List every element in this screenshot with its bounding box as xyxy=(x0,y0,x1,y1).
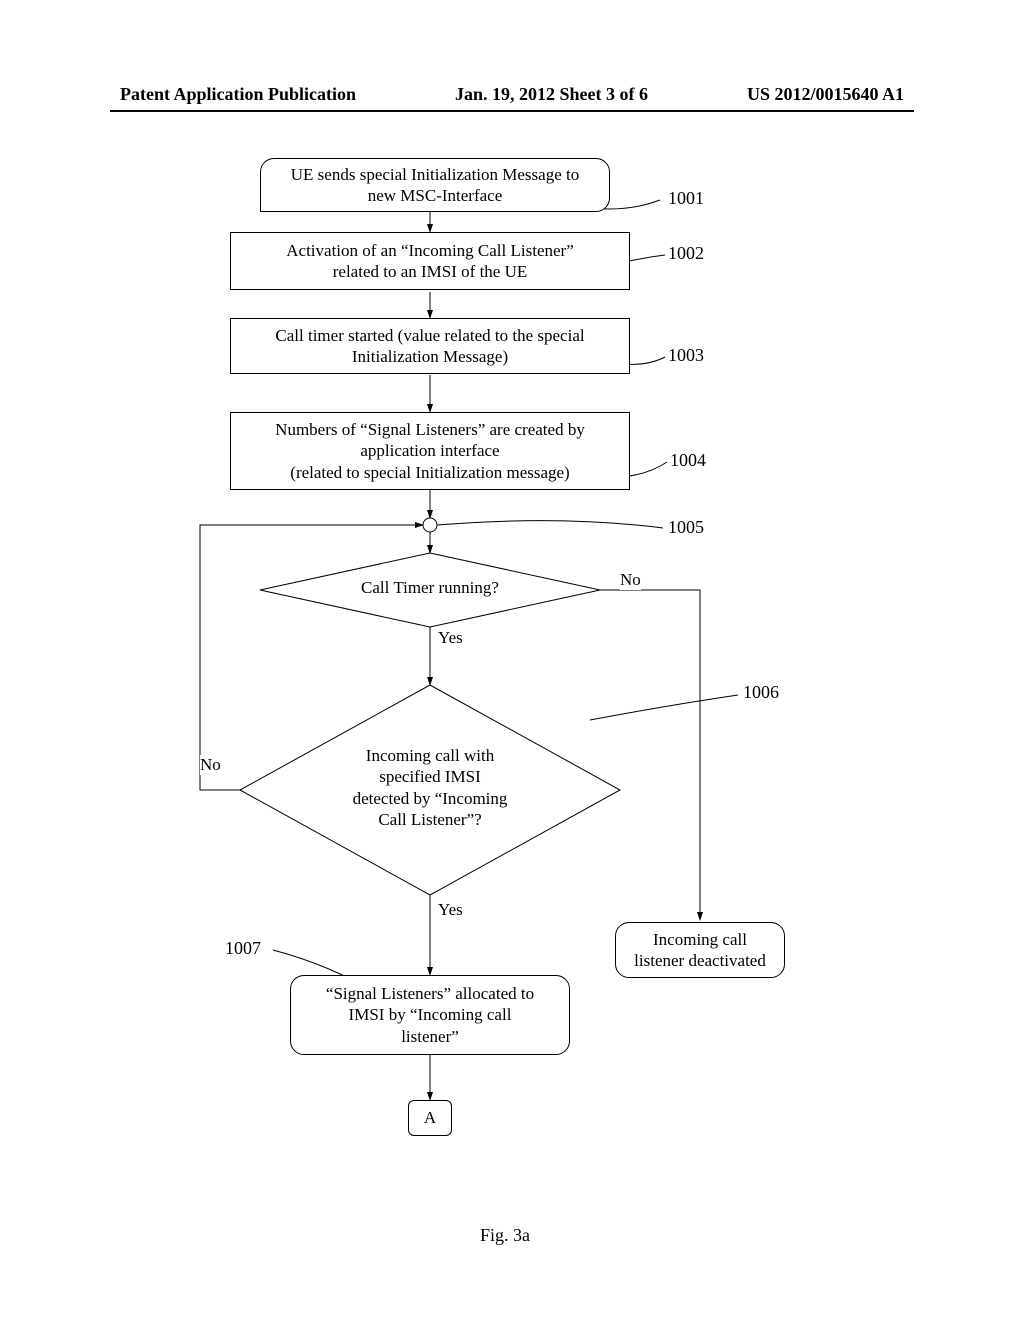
yes-label-1005: Yes xyxy=(438,628,463,648)
yes-label-1006: Yes xyxy=(438,900,463,920)
header-left: Patent Application Publication xyxy=(120,84,356,105)
step-1001: UE sends special Initialization Message … xyxy=(260,158,610,212)
figure-caption: Fig. 3a xyxy=(480,1225,530,1246)
no-label-1006: No xyxy=(200,755,221,775)
ref-1002: 1002 xyxy=(668,243,704,264)
ref-1001: 1001 xyxy=(668,188,704,209)
connectors xyxy=(0,150,1024,1230)
step-1007-text: “Signal Listeners” allocated to IMSI by … xyxy=(326,983,534,1047)
step-1004-text: Numbers of “Signal Listeners” are create… xyxy=(275,419,585,483)
decision-1006-text: Incoming call with specified IMSI detect… xyxy=(320,745,540,830)
decision-1006-span: Incoming call with specified IMSI detect… xyxy=(353,746,508,829)
connector-a-text: A xyxy=(424,1107,436,1128)
decision-1005-text: Call Timer running? xyxy=(330,578,530,598)
ref-1003: 1003 xyxy=(668,345,704,366)
flowchart: UE sends special Initialization Message … xyxy=(0,150,1024,1230)
ref-1007: 1007 xyxy=(225,938,261,959)
step-1003: Call timer started (value related to the… xyxy=(230,318,630,374)
step-deact-text: Incoming call listener deactivated xyxy=(634,929,766,972)
header-center: Jan. 19, 2012 Sheet 3 of 6 xyxy=(455,84,648,105)
header-right: US 2012/0015640 A1 xyxy=(747,84,904,105)
header-rule xyxy=(110,110,914,112)
step-1004: Numbers of “Signal Listeners” are create… xyxy=(230,412,630,490)
step-1002-text: Activation of an “Incoming Call Listener… xyxy=(286,240,574,283)
no-label-1005: No xyxy=(620,570,641,590)
ref-1005: 1005 xyxy=(668,517,704,538)
step-1001-text: UE sends special Initialization Message … xyxy=(291,164,579,207)
connector-a: A xyxy=(408,1100,452,1136)
step-1003-text: Call timer started (value related to the… xyxy=(275,325,584,368)
ref-1004: 1004 xyxy=(670,450,706,471)
ref-1006: 1006 xyxy=(743,682,779,703)
step-1002: Activation of an “Incoming Call Listener… xyxy=(230,232,630,290)
step-1007: “Signal Listeners” allocated to IMSI by … xyxy=(290,975,570,1055)
step-deactivated: Incoming call listener deactivated xyxy=(615,922,785,978)
